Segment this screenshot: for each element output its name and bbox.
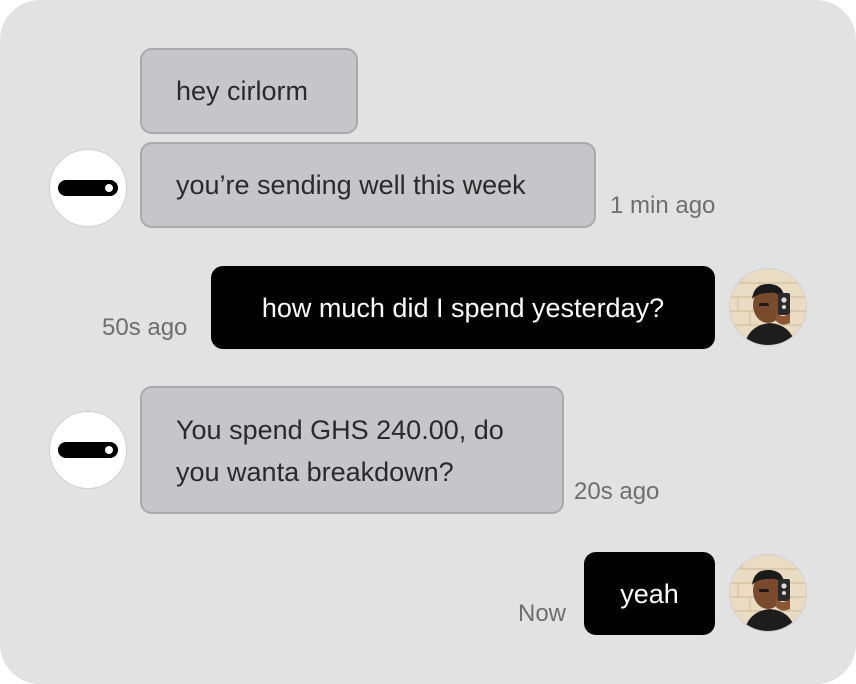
chat-panel: hey cirlorm you’re sending well this wee… bbox=[0, 0, 856, 684]
message-text: hey cirlorm bbox=[176, 76, 309, 106]
bot-message-bubble: you’re sending well this week bbox=[140, 142, 596, 228]
message-text: yeah bbox=[620, 578, 679, 609]
bot-avatar-icon bbox=[49, 149, 127, 227]
user-avatar-icon bbox=[729, 554, 807, 632]
message-text: You spend GHS 240.00, do you wanta break… bbox=[176, 415, 504, 487]
user-message-bubble: how much did I spend yesterday? bbox=[211, 266, 715, 349]
bot-message-bubble: hey cirlorm bbox=[140, 48, 358, 134]
message-timestamp: 20s ago bbox=[574, 478, 660, 505]
bot-message-bubble: You spend GHS 240.00, do you wanta break… bbox=[140, 386, 564, 514]
message-timestamp: 50s ago bbox=[102, 314, 188, 341]
message-text: you’re sending well this week bbox=[176, 170, 526, 200]
message-timestamp: Now bbox=[518, 600, 567, 627]
user-avatar-icon bbox=[729, 268, 807, 346]
user-message-bubble: yeah bbox=[584, 552, 715, 635]
message-timestamp: 1 min ago bbox=[610, 192, 716, 219]
message-text: how much did I spend yesterday? bbox=[261, 292, 665, 323]
bot-avatar-icon bbox=[49, 411, 127, 489]
